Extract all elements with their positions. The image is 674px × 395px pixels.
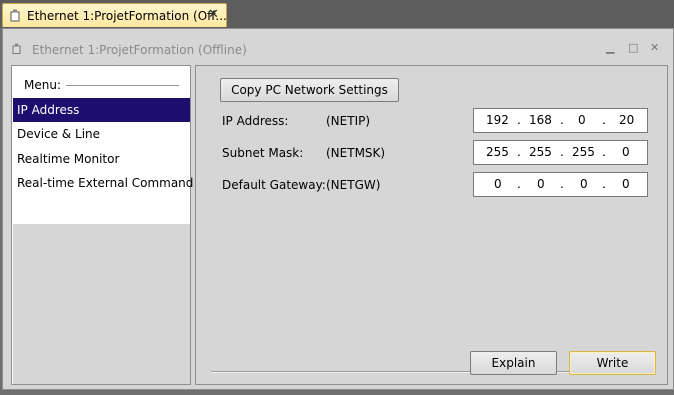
device-icon — [12, 43, 21, 54]
octet-3[interactable]: 255 — [572, 145, 595, 159]
ip-settings-panel: Copy PC Network Settings IP Address: (NE… — [195, 65, 668, 385]
tab-strip: Ethernet 1:ProjetFormation (Off... ✕ — [0, 0, 674, 28]
ip-address-field[interactable]: 192 . 168 . 0 . 20 — [473, 108, 648, 133]
octet-2[interactable]: 0 — [537, 177, 545, 191]
menu-divider — [66, 85, 179, 87]
menu-label: Menu: — [24, 78, 61, 92]
tab-close-icon[interactable]: ✕ — [208, 7, 219, 22]
device-icon — [10, 9, 20, 22]
octet-2[interactable]: 168 — [529, 113, 552, 127]
octet-dot: . — [560, 113, 564, 127]
octet-2[interactable]: 255 — [529, 145, 552, 159]
subnet-mask-code: (NETMSK) — [326, 146, 386, 160]
explain-button[interactable]: Explain — [470, 351, 557, 375]
octet-dot: . — [602, 113, 606, 127]
octet-4[interactable]: 0 — [622, 177, 630, 191]
default-gateway-code: (NETGW) — [326, 178, 381, 192]
octet-3[interactable]: 0 — [580, 177, 588, 191]
menu-item-external-command[interactable]: Real-time External Command — [13, 171, 193, 195]
copy-pc-network-settings-button[interactable]: Copy PC Network Settings — [220, 78, 399, 102]
octet-1[interactable]: 0 — [494, 177, 502, 191]
close-window-icon[interactable]: ✕ — [650, 41, 659, 54]
menu-item-device-line[interactable]: Device & Line — [13, 122, 190, 146]
octet-4[interactable]: 20 — [619, 113, 634, 127]
window-title: Ethernet 1:ProjetFormation (Offline) — [32, 43, 247, 57]
default-gateway-field[interactable]: 0 . 0 . 0 . 0 — [473, 172, 648, 197]
menu-item-realtime-monitor[interactable]: Realtime Monitor — [13, 147, 190, 171]
default-gateway-label: Default Gateway: — [222, 178, 326, 192]
minimize-icon[interactable]: ▁ — [606, 41, 614, 54]
config-window: Ethernet 1:ProjetFormation (Offline) ▁ □… — [2, 28, 674, 390]
menu-panel: Menu: IP Address Device & Line Realtime … — [11, 65, 193, 385]
octet-3[interactable]: 0 — [578, 113, 586, 127]
tab-ethernet[interactable]: Ethernet 1:ProjetFormation (Off... ✕ — [2, 3, 227, 27]
tab-label: Ethernet 1:ProjetFormation (Off... — [27, 9, 227, 23]
octet-dot: . — [517, 177, 521, 191]
maximize-icon[interactable]: □ — [628, 41, 638, 54]
ip-address-code: (NETIP) — [326, 114, 371, 128]
octet-dot: . — [602, 177, 606, 191]
menu-empty-area — [13, 224, 190, 384]
window-titlebar: Ethernet 1:ProjetFormation (Offline) ▁ □… — [3, 29, 673, 61]
write-button[interactable]: Write — [569, 351, 656, 375]
octet-dot: . — [517, 145, 521, 159]
octet-dot: . — [560, 145, 564, 159]
octet-4[interactable]: 0 — [622, 145, 630, 159]
octet-dot: . — [517, 113, 521, 127]
octet-dot: . — [560, 177, 564, 191]
octet-1[interactable]: 255 — [486, 145, 509, 159]
octet-dot: . — [602, 145, 606, 159]
ip-address-label: IP Address: — [222, 114, 289, 128]
octet-1[interactable]: 192 — [486, 113, 509, 127]
subnet-mask-label: Subnet Mask: — [222, 146, 304, 160]
menu-item-ip-address[interactable]: IP Address — [13, 98, 190, 122]
subnet-mask-field[interactable]: 255 . 255 . 255 . 0 — [473, 140, 648, 165]
